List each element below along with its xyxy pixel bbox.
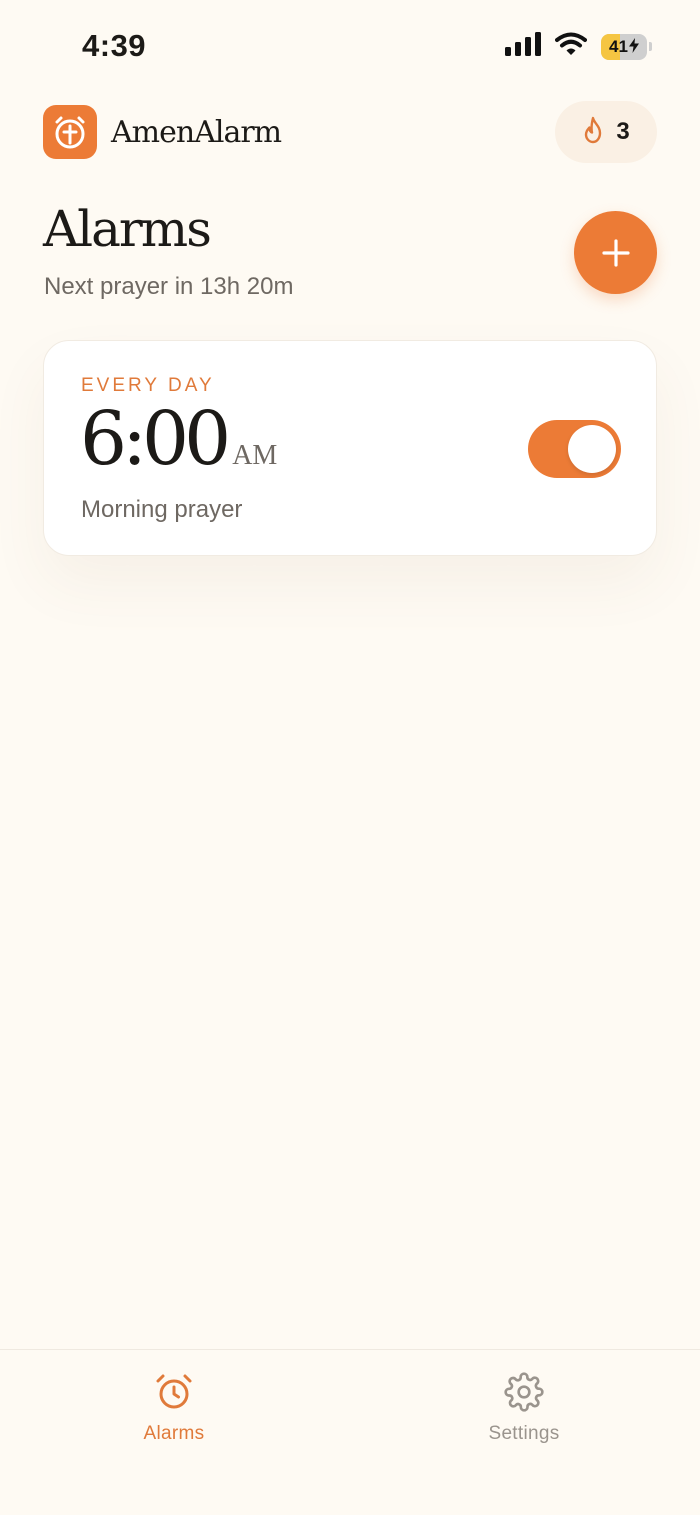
battery-nub <box>649 42 652 51</box>
alarm-repeat: EVERY DAY <box>81 375 215 396</box>
status-time: 4:39 <box>82 28 147 63</box>
gear-icon <box>504 1372 544 1417</box>
page-title: Alarms <box>43 200 212 258</box>
toggle-knob <box>568 425 616 473</box>
alarm-toggle[interactable] <box>528 420 621 478</box>
battery-level: 41 <box>609 37 639 57</box>
alarm-period: AM <box>232 440 278 471</box>
plus-icon <box>601 238 630 267</box>
brand: AmenAlarm <box>43 105 282 159</box>
status-icons: 41 <box>505 32 652 61</box>
signal-icon <box>505 32 541 61</box>
tab-settings[interactable]: Settings <box>444 1372 604 1445</box>
alarm-time: 6:00 <box>80 396 231 482</box>
battery-icon: 41 <box>601 33 647 60</box>
app-name: AmenAlarm <box>111 114 282 150</box>
alarm-clock-icon <box>154 1372 194 1417</box>
alarms-screen: 4:39 41 AmenAlarm 3 Alarms Next prayer i… <box>0 0 700 1515</box>
tab-bar: Alarms Settings <box>0 1349 700 1515</box>
streak-badge[interactable]: 3 <box>555 101 657 163</box>
add-alarm-button[interactable] <box>574 211 657 294</box>
tab-alarms-label: Alarms <box>143 1423 205 1444</box>
app-header: AmenAlarm 3 <box>43 101 657 163</box>
alarm-cross-icon <box>43 105 97 159</box>
streak-count: 3 <box>616 118 630 145</box>
status-bar: 4:39 41 <box>0 0 700 92</box>
alarm-time-row: 6:00 AM <box>80 396 278 482</box>
next-prayer-subtitle: Next prayer in 13h 20m <box>44 273 294 300</box>
charging-bolt-icon <box>628 37 639 53</box>
flame-icon <box>582 116 604 149</box>
tab-alarms[interactable]: Alarms <box>94 1372 254 1445</box>
tab-settings-label: Settings <box>488 1423 560 1444</box>
wifi-icon <box>555 32 587 61</box>
alarm-label: Morning prayer <box>81 496 243 523</box>
alarm-card[interactable]: EVERY DAY 6:00 AM Morning prayer <box>43 340 657 556</box>
